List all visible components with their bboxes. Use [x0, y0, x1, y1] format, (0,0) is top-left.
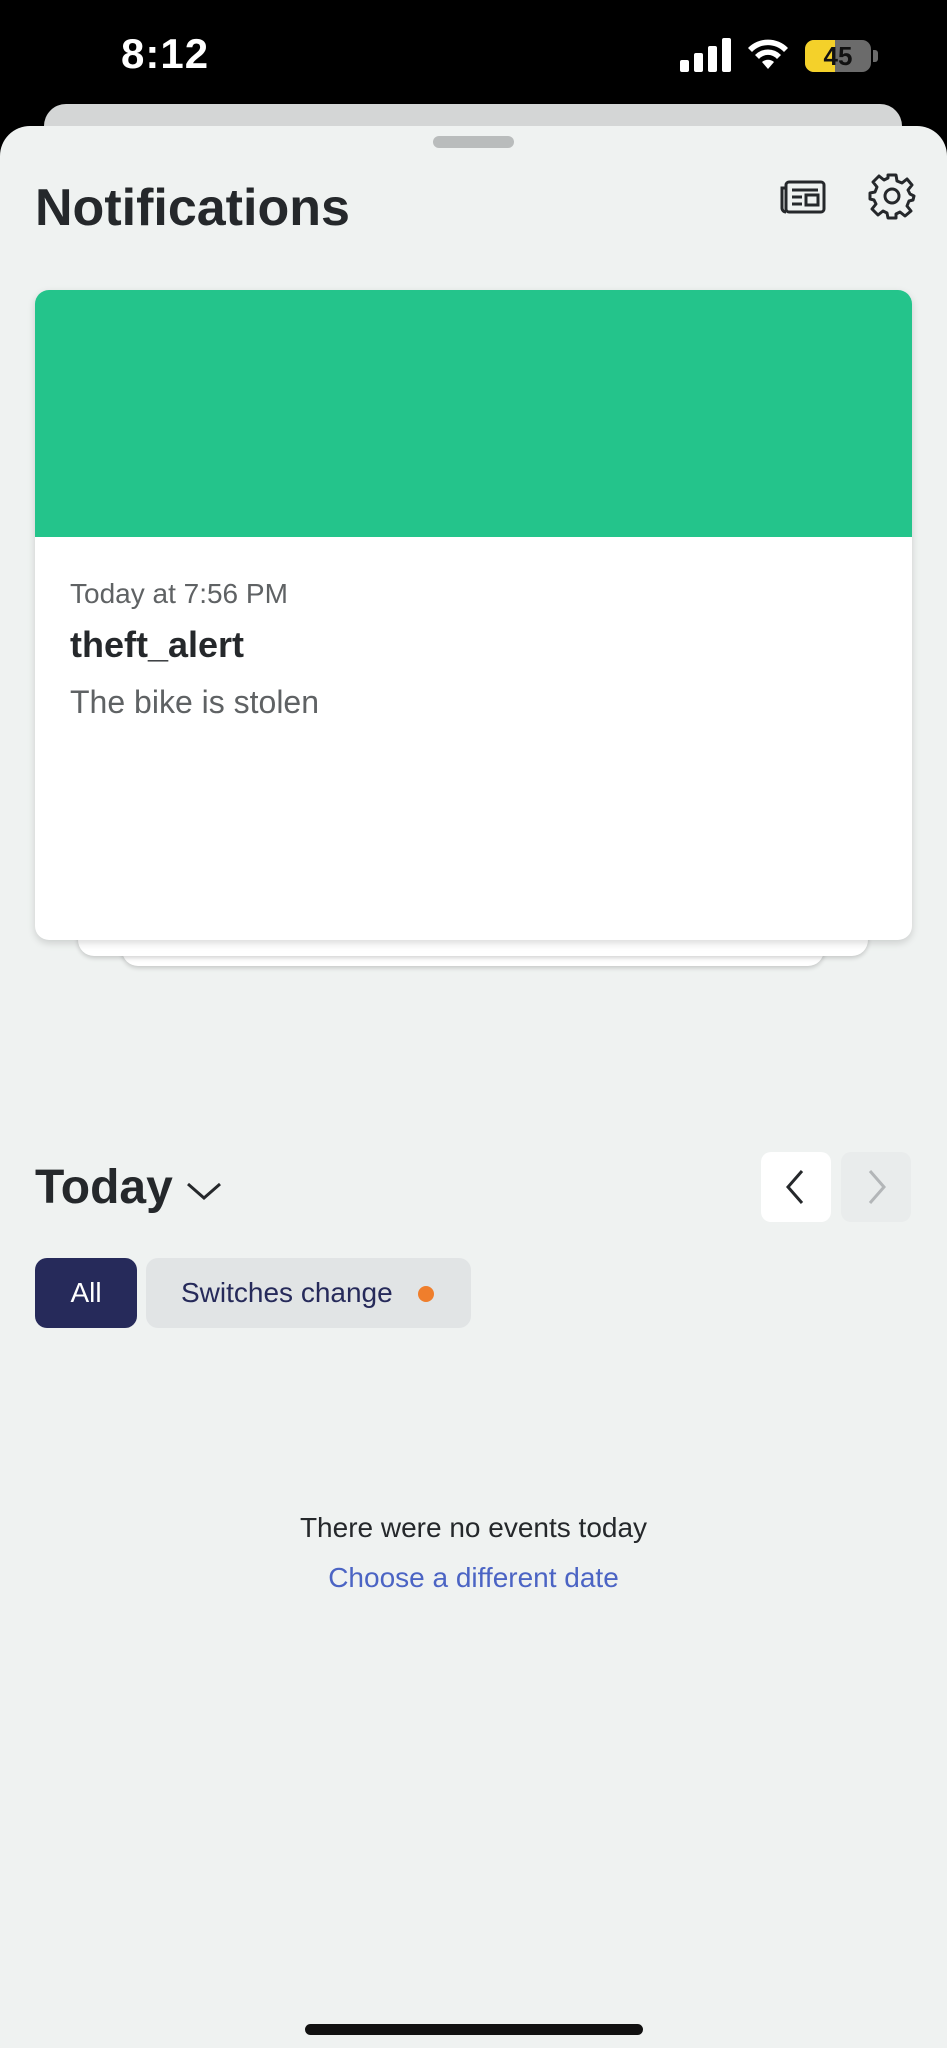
next-day-button[interactable]: [841, 1152, 911, 1222]
previous-day-button[interactable]: [761, 1152, 831, 1222]
battery-percentage: 45: [823, 41, 853, 71]
filter-chip-label: Switches change: [181, 1277, 393, 1308]
chevron-down-icon[interactable]: [184, 1176, 224, 1206]
status-bar: 8:12 45: [0, 0, 947, 110]
notification-time: Today at 7:56 PM: [70, 578, 288, 609]
notifications-sheet: Notifications Today at 7:56 PM theft_ale…: [0, 126, 947, 2048]
choose-date-link[interactable]: Choose a different date: [0, 1562, 947, 1594]
filter-chip-switches-change[interactable]: Switches change: [146, 1258, 471, 1328]
chevron-left-icon: [786, 1170, 804, 1204]
cellular-signal-icon: [680, 38, 731, 72]
date-label[interactable]: Today: [35, 1160, 173, 1215]
battery-cap: [873, 50, 878, 62]
sheet-grabber[interactable]: [433, 136, 514, 148]
gear-icon[interactable]: [868, 172, 916, 220]
empty-state-message: There were no events today: [299, 1512, 648, 1543]
wifi-icon: [748, 39, 788, 69]
status-time: 8:12: [121, 30, 210, 77]
unread-dot: [418, 1286, 434, 1302]
chevron-right-icon: [868, 1170, 886, 1204]
notification-card[interactable]: Today at 7:56 PM theft_alert The bike is…: [35, 290, 912, 940]
filter-chip-all[interactable]: All: [35, 1258, 137, 1328]
home-indicator: [305, 2024, 643, 2035]
news-icon[interactable]: [780, 176, 828, 218]
notification-body: The bike is stolen: [70, 684, 320, 720]
page-title: Notifications: [35, 179, 350, 237]
battery-icon: 45: [805, 40, 871, 72]
notification-title: theft_alert: [70, 624, 245, 665]
notification-banner: [35, 290, 912, 537]
